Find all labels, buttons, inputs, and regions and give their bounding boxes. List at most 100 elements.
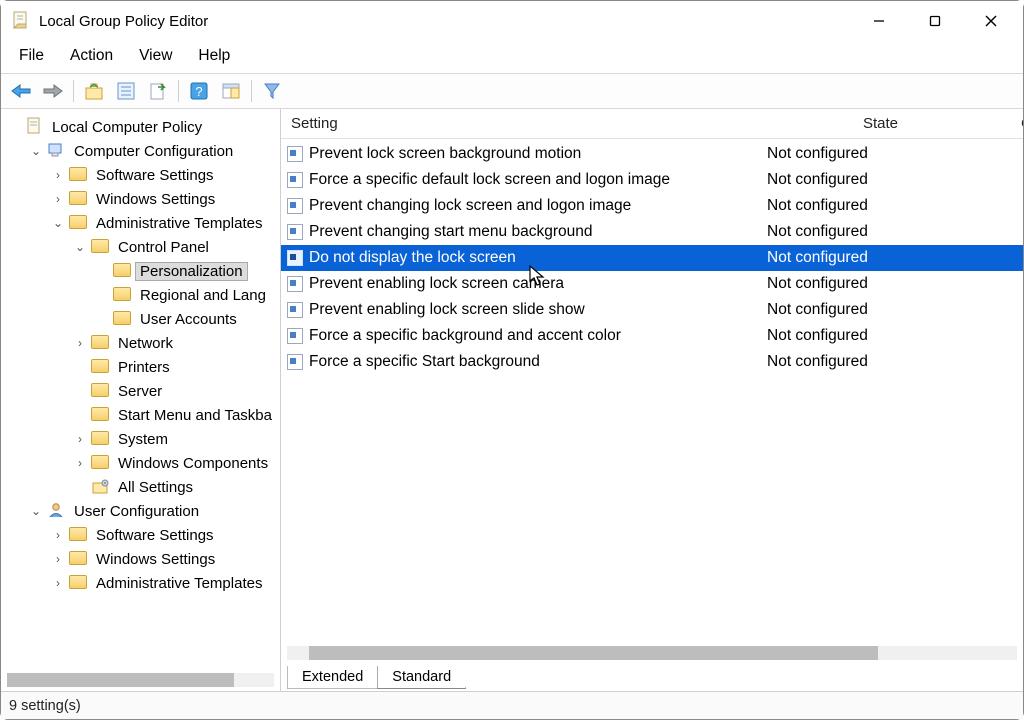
tree-item[interactable]: › System xyxy=(7,427,280,451)
tree-item[interactable]: ›All Settings xyxy=(7,475,280,499)
tree-item-label: User Configuration xyxy=(69,502,204,521)
tree-item-label: System xyxy=(113,430,173,449)
setting-state: Not configured xyxy=(751,249,1011,267)
policy-icon xyxy=(287,276,303,292)
tree-item[interactable]: ›Printers xyxy=(7,355,280,379)
expand-icon: › xyxy=(95,313,109,325)
tree-item[interactable]: ›Software Settings xyxy=(7,523,280,547)
minimize-button[interactable] xyxy=(851,1,907,41)
tree-item-label: Computer Configuration xyxy=(69,142,238,161)
tree-item[interactable]: › Windows Components xyxy=(7,451,280,475)
tree-item-icon xyxy=(113,287,131,304)
list-item[interactable]: Prevent enabling lock screen cameraNot c… xyxy=(281,271,1023,297)
tree-item[interactable]: ›Start Menu and Taskba xyxy=(7,403,280,427)
expand-icon: › xyxy=(73,385,87,397)
back-button[interactable] xyxy=(7,77,35,105)
tree-item-icon xyxy=(47,141,65,162)
tree-item[interactable]: › Network xyxy=(7,331,280,355)
scrollbar-thumb[interactable] xyxy=(7,673,234,687)
list-header: Setting State Cor xyxy=(281,109,1023,139)
policy-tree[interactable]: ›Local Computer Policy ⌄ Computer Configur… xyxy=(1,109,280,673)
tree-item-label: Regional and Lang xyxy=(135,286,271,305)
show-hide-button[interactable] xyxy=(217,77,245,105)
svg-text:?: ? xyxy=(195,84,202,99)
tree-item-label: User Accounts xyxy=(135,310,242,329)
list-item[interactable]: Force a specific background and accent c… xyxy=(281,323,1023,349)
list-item[interactable]: Prevent changing start menu backgroundNo… xyxy=(281,219,1023,245)
list-item[interactable]: Force a specific Start background Not con… xyxy=(281,349,1023,375)
menu-view[interactable]: View xyxy=(129,43,182,69)
tree-item[interactable]: › User Accounts xyxy=(7,307,280,331)
expand-icon[interactable]: › xyxy=(73,337,87,349)
tree-item[interactable]: ›Software Settings xyxy=(7,163,280,187)
list-item[interactable]: Do not display the lock screenNot config… xyxy=(281,245,1023,271)
tree-item[interactable]: › Administrative Templates xyxy=(7,571,280,595)
list-item[interactable]: Prevent changing lock screen and logon i… xyxy=(281,193,1023,219)
column-state[interactable]: State xyxy=(751,109,1011,138)
tree-item[interactable]: ›Personalization xyxy=(7,259,280,283)
filter-button[interactable] xyxy=(258,77,286,105)
expand-icon[interactable]: ⌄ xyxy=(29,505,43,517)
toolbar-separator xyxy=(251,80,252,102)
settings-list[interactable]: Prevent lock screen background motionNot… xyxy=(281,139,1023,642)
setting-name: Force a specific default lock screen and… xyxy=(309,171,670,189)
tree-pane: ›Local Computer Policy ⌄ Computer Configur… xyxy=(1,109,281,691)
up-button[interactable] xyxy=(80,77,108,105)
expand-icon[interactable]: ⌄ xyxy=(73,241,87,253)
scrollbar-thumb[interactable] xyxy=(309,646,878,660)
list-item[interactable]: Prevent lock screen background motionNot… xyxy=(281,141,1023,167)
toolbar-separator xyxy=(178,80,179,102)
expand-icon[interactable]: › xyxy=(51,169,65,181)
status-text: 9 setting(s) xyxy=(9,698,81,714)
list-item[interactable]: Prevent enabling lock screen slide showN… xyxy=(281,297,1023,323)
tree-item-icon xyxy=(69,167,87,184)
tree-item[interactable]: › Regional and Lang xyxy=(7,283,280,307)
tree-item[interactable]: ⌄Administrative Templates xyxy=(7,211,280,235)
setting-name: Force a specific Start background xyxy=(309,353,540,371)
expand-icon[interactable]: › xyxy=(51,193,65,205)
expand-icon[interactable]: › xyxy=(73,457,87,469)
tree-horizontal-scrollbar[interactable] xyxy=(7,673,274,687)
tree-item-icon xyxy=(69,527,87,544)
export-button[interactable] xyxy=(144,77,172,105)
properties-button[interactable] xyxy=(112,77,140,105)
tree-item[interactable]: ›Server xyxy=(7,379,280,403)
tree-item-label: Administrative Templates xyxy=(91,574,267,593)
setting-state: Not configured xyxy=(751,145,1011,163)
tree-item[interactable]: ›Windows Settings xyxy=(7,187,280,211)
expand-icon[interactable]: › xyxy=(51,553,65,565)
tree-item-label: Network xyxy=(113,334,178,353)
tree-item-icon xyxy=(91,383,109,400)
tree-item[interactable]: ›Windows Settings xyxy=(7,547,280,571)
expand-icon: › xyxy=(95,289,109,301)
setting-state: Not configured xyxy=(751,353,1011,371)
tree-item-label: Control Panel xyxy=(113,238,214,257)
forward-button[interactable] xyxy=(39,77,67,105)
menu-file[interactable]: File xyxy=(9,43,54,69)
expand-icon[interactable]: ⌄ xyxy=(29,145,43,157)
close-button[interactable] xyxy=(963,1,1019,41)
list-horizontal-scrollbar[interactable] xyxy=(287,646,1017,660)
tree-item-label: Windows Components xyxy=(113,454,273,473)
expand-icon[interactable]: › xyxy=(51,577,65,589)
column-comment[interactable]: Cor xyxy=(1011,109,1023,138)
list-item[interactable]: Force a specific default lock screen and… xyxy=(281,167,1023,193)
expand-icon[interactable]: › xyxy=(51,529,65,541)
expand-icon[interactable]: › xyxy=(73,433,87,445)
expand-icon[interactable]: ⌄ xyxy=(51,217,65,229)
tab-extended[interactable]: Extended xyxy=(287,666,378,689)
menu-help[interactable]: Help xyxy=(188,43,240,69)
tree-item-icon xyxy=(69,551,87,568)
tree-item-icon xyxy=(91,455,109,472)
app-icon xyxy=(11,11,31,31)
menu-action[interactable]: Action xyxy=(60,43,123,69)
tree-item[interactable]: ⌄ Computer Configuration xyxy=(7,139,280,163)
tree-item[interactable]: ⌄ Control Panel xyxy=(7,235,280,259)
tree-item[interactable]: ›Local Computer Policy xyxy=(7,115,280,139)
tree-item-icon xyxy=(91,477,109,498)
maximize-button[interactable] xyxy=(907,1,963,41)
column-setting[interactable]: Setting xyxy=(281,109,751,138)
tree-item[interactable]: ⌄ User Configuration xyxy=(7,499,280,523)
tab-standard[interactable]: Standard xyxy=(377,666,466,689)
help-button[interactable]: ? xyxy=(185,77,213,105)
